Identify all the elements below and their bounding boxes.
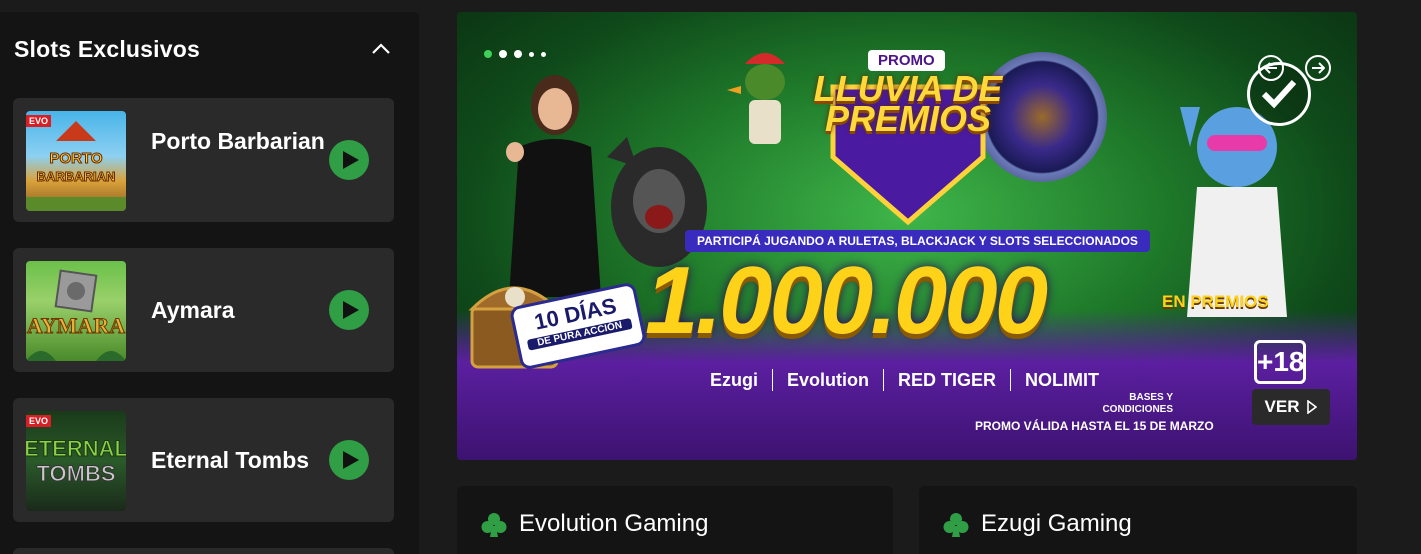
carousel-dots: [484, 50, 546, 58]
game-card-porto-barbarian[interactable]: PORTO BARBARIAN EVO Porto Barbarian: [13, 98, 394, 222]
page: Slots Exclusivos PORTO BARBARIAN EVO Por…: [0, 0, 1421, 554]
provider-logo-red-tiger: RED TIGER: [898, 369, 997, 390]
prize-amount: 1.000.000: [645, 247, 1048, 354]
svg-text:AYMARA: AYMARA: [27, 313, 125, 338]
provider-logo-nolimit: NOLIMIT: [1025, 369, 1100, 390]
age-restriction-badge: +18: [1254, 340, 1306, 384]
arrow-right-icon: [1312, 62, 1325, 74]
view-button-label: VER: [1264, 397, 1300, 416]
presenter-image: [506, 75, 601, 297]
new-tag: EVO: [26, 115, 52, 127]
play-icon: [342, 451, 359, 469]
caret-right-icon: [1307, 400, 1318, 414]
game-thumbnail[interactable]: AYMARA: [26, 261, 126, 361]
prize-suffix: EN PREMIOS: [1162, 292, 1269, 311]
game-card-eternal-tombs[interactable]: ETERNAL TOMBS EVO Eternal Tombs: [13, 398, 394, 522]
game-card-aymara[interactable]: AYMARA Aymara: [13, 248, 394, 372]
game-card-next[interactable]: [13, 548, 394, 554]
club-icon: [943, 513, 969, 537]
game-thumbnail[interactable]: ETERNAL TOMBS EVO: [26, 411, 126, 511]
carousel-dot[interactable]: [514, 50, 522, 58]
checkmark-icon: [1261, 79, 1297, 109]
promo-title: LLUVIA DE PREMIOS: [813, 68, 1003, 139]
svg-text:ETERNAL: ETERNAL: [26, 436, 126, 461]
play-icon: [342, 151, 359, 169]
carousel-prev-button[interactable]: [1258, 55, 1284, 81]
svg-text:PORTO: PORTO: [49, 150, 102, 167]
provider-logo-evolution: Evolution: [787, 369, 869, 390]
panel-title: Slots Exclusivos: [14, 35, 200, 62]
panel-header: Slots Exclusivos: [14, 34, 394, 64]
club-icon: [481, 513, 507, 537]
view-promo-button[interactable]: VER: [1252, 389, 1330, 425]
carousel-next-button[interactable]: [1305, 55, 1331, 81]
game-name: Porto Barbarian: [151, 128, 325, 154]
carousel-dot[interactable]: [541, 51, 546, 57]
terms-link[interactable]: BASES Y CONDICIONES: [1093, 392, 1173, 416]
play-button[interactable]: [329, 290, 369, 330]
promo-validity: PROMO VÁLIDA HASTA EL 15 DE MARZO: [975, 419, 1214, 433]
game-thumbnail[interactable]: PORTO BARBARIAN EVO: [26, 111, 126, 211]
promo-banner[interactable]: PROMO LLUVIA DE PREMIOS PARTICIPÁ JUGAND…: [457, 12, 1357, 460]
provider-card-ezugi[interactable]: Ezugi Gaming: [919, 486, 1357, 554]
carousel-dot[interactable]: [499, 50, 507, 58]
carousel-dot[interactable]: [484, 50, 492, 58]
carousel-dot[interactable]: [529, 51, 534, 57]
provider-logo-ezugi: Ezugi: [710, 369, 758, 390]
play-icon: [342, 301, 359, 319]
arrow-left-icon: [1264, 62, 1277, 74]
play-button[interactable]: [329, 140, 369, 180]
aymara-art: AYMARA: [26, 269, 126, 361]
provider-name: Ezugi Gaming: [981, 510, 1132, 537]
exclusive-slots-panel: Slots Exclusivos PORTO BARBARIAN EVO Por…: [0, 12, 419, 554]
play-button[interactable]: [329, 440, 369, 480]
provider-card-evolution[interactable]: Evolution Gaming: [457, 486, 893, 554]
provider-logos: Ezugi Evolution RED TIGER NOLIMIT: [710, 369, 1099, 391]
duck-image: [727, 53, 785, 144]
chevron-up-icon: [372, 43, 390, 54]
game-name: Aymara: [151, 297, 235, 323]
svg-text:BARBARIAN: BARBARIAN: [37, 169, 116, 184]
collapse-button[interactable]: [368, 36, 394, 62]
game-name: Eternal Tombs: [151, 447, 310, 473]
provider-name: Evolution Gaming: [519, 510, 709, 537]
new-tag: EVO: [26, 415, 52, 427]
svg-text:TOMBS: TOMBS: [36, 461, 115, 486]
